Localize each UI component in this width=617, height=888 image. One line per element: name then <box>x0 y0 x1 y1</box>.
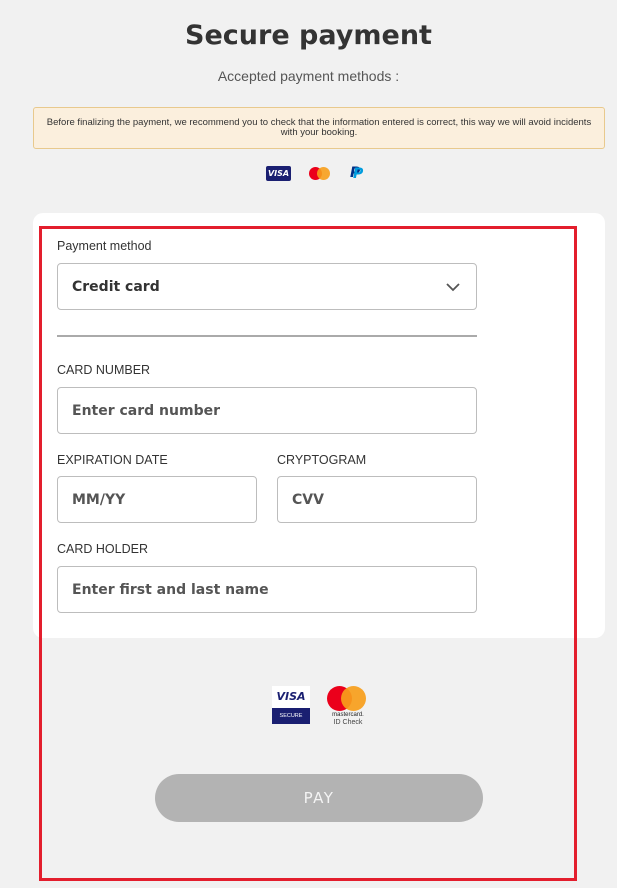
card-holder-input[interactable] <box>58 567 476 612</box>
expiration-date-label: EXPIRATION DATE <box>57 453 168 467</box>
expiration-date-field <box>57 476 257 523</box>
card-holder-label: CARD HOLDER <box>57 542 148 556</box>
page-subtitle: Accepted payment methods : <box>217 68 400 84</box>
divider <box>57 335 477 337</box>
card-number-field <box>57 387 477 434</box>
payment-method-select[interactable]: Credit card <box>57 263 477 310</box>
accepted-methods: VISA PP <box>266 164 376 182</box>
card-number-label: CARD NUMBER <box>57 363 151 377</box>
payment-method-value: Credit card <box>72 279 160 295</box>
cryptogram-label: CRYPTOGRAM <box>277 453 367 467</box>
paypal-icon: PP <box>350 165 364 182</box>
page-title: Secure payment <box>185 20 432 51</box>
visa-icon: VISA <box>266 166 291 181</box>
pay-button[interactable]: PAY <box>155 774 483 822</box>
payment-method-label: Payment method <box>57 239 152 253</box>
card-number-input[interactable] <box>58 388 476 433</box>
expiration-date-input[interactable] <box>58 477 256 522</box>
cvv-input[interactable] <box>278 477 476 522</box>
visa-secure-logo: VISA SECURE <box>272 686 310 724</box>
notice-banner: Before finalizing the payment, we recomm… <box>33 107 605 149</box>
chevron-down-icon <box>446 283 460 292</box>
cryptogram-field <box>277 476 477 523</box>
secure-logos: VISA SECURE mastercard. ID Check <box>272 686 372 728</box>
card-holder-field <box>57 566 477 613</box>
mastercard-id-check-logo: mastercard. ID Check <box>326 686 370 728</box>
mastercard-icon <box>308 166 332 181</box>
